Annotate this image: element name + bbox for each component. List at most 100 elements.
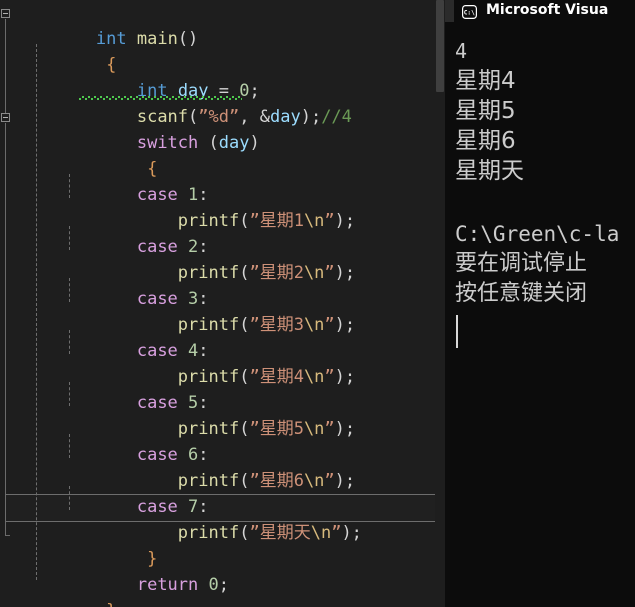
token-string: ”星期2 bbox=[249, 263, 304, 283]
code-line[interactable]: return 0; bbox=[14, 546, 229, 595]
code-editor-pane[interactable]: int main() { int day = 0; scanf(”%d”, &d… bbox=[0, 0, 445, 607]
token-punct: ) bbox=[249, 133, 260, 153]
token-punct: ( bbox=[239, 523, 250, 543]
token-punct: ); bbox=[334, 315, 356, 335]
token-escape: \n bbox=[310, 523, 332, 543]
indent-guide bbox=[69, 434, 70, 458]
token-punct: ); bbox=[334, 263, 356, 283]
token-punct: ); bbox=[334, 471, 356, 491]
console-line: 星期5 bbox=[455, 98, 516, 124]
token-identifier: day bbox=[218, 133, 250, 153]
console-title-bar[interactable]: C:\ Microsoft Visua bbox=[445, 0, 635, 22]
token-punct: ( bbox=[239, 211, 250, 231]
code-line[interactable]: printf(”星期3\n”); bbox=[14, 286, 355, 335]
editor-fold-gutter[interactable] bbox=[0, 0, 14, 607]
token-punct: ( bbox=[239, 419, 250, 439]
code-line[interactable]: case 4: bbox=[14, 312, 209, 361]
code-line[interactable]: { bbox=[14, 26, 116, 75]
code-line-current[interactable]: printf(”星期天\n”); bbox=[14, 494, 362, 543]
code-line[interactable]: case 2: bbox=[14, 208, 209, 257]
code-line[interactable]: switch (day) bbox=[14, 104, 260, 153]
token-punct: ); bbox=[341, 523, 362, 543]
code-line[interactable]: int day = 0; bbox=[14, 52, 260, 101]
token-string: ” bbox=[324, 315, 335, 335]
code-line[interactable]: printf(”星期1\n”); bbox=[14, 182, 355, 231]
fold-guide-line bbox=[5, 19, 6, 113]
code-line[interactable]: printf(”星期2\n”); bbox=[14, 234, 355, 283]
indent-guide bbox=[69, 278, 70, 302]
console-window-icon: C:\ bbox=[462, 4, 478, 20]
token-number: 0 bbox=[208, 575, 219, 595]
token-function: main bbox=[136, 29, 178, 49]
code-line[interactable]: case 6: bbox=[14, 416, 209, 465]
window-tab-strip[interactable] bbox=[445, 0, 454, 22]
console-line: C:\Green\c-la bbox=[455, 222, 620, 246]
code-line[interactable]: case 3: bbox=[14, 260, 209, 309]
console-output-area[interactable]: 4 星期4 星期5 星期6 星期天 C:\Green\c-la 要在调试停止 按… bbox=[445, 22, 635, 607]
code-line[interactable]: int main() bbox=[14, 0, 198, 49]
screenshot-root: int main() { int day = 0; scanf(”%d”, &d… bbox=[0, 0, 635, 607]
token-punct: ); bbox=[334, 419, 356, 439]
code-line[interactable]: printf(”星期5\n”); bbox=[14, 390, 355, 439]
token-function: printf bbox=[177, 523, 240, 543]
token-string: ”星期6 bbox=[249, 471, 304, 491]
indent-guide bbox=[36, 44, 37, 580]
token-string: ” bbox=[324, 471, 335, 491]
token-escape: \n bbox=[303, 315, 325, 335]
token-escape: \n bbox=[303, 263, 325, 283]
error-squiggle-underline bbox=[78, 96, 242, 100]
token-string: ”星期4 bbox=[249, 367, 304, 387]
token-punct: ( bbox=[239, 471, 250, 491]
csdn-watermark: CSDN @Green。 。 bbox=[486, 602, 610, 607]
code-line[interactable]: printf(”星期6\n”); bbox=[14, 442, 355, 491]
scrollbar-thumb[interactable] bbox=[436, 0, 444, 92]
console-line: 要在调试停止 bbox=[455, 251, 588, 276]
token-punct: ( bbox=[239, 367, 250, 387]
console-window[interactable]: C:\ Microsoft Visua 4 星期4 星期5 星期6 星期天 C:… bbox=[445, 0, 635, 607]
code-line[interactable]: case 1: bbox=[14, 156, 209, 205]
token-punct: () bbox=[177, 29, 199, 49]
token-string: ” bbox=[324, 211, 335, 231]
token-escape: \n bbox=[303, 471, 325, 491]
token-string: ”星期1 bbox=[249, 211, 304, 231]
code-line[interactable]: } bbox=[14, 572, 116, 607]
fold-guide-line bbox=[5, 123, 6, 535]
console-text-caret bbox=[456, 315, 458, 348]
fold-toggle-icon[interactable] bbox=[1, 113, 10, 122]
token-string: ” bbox=[324, 367, 335, 387]
token-comment: //4 bbox=[321, 107, 352, 127]
console-line: 星期天 bbox=[455, 158, 524, 184]
token-brace: } bbox=[96, 601, 116, 607]
code-line[interactable]: case 5: bbox=[14, 364, 209, 413]
token-escape: \n bbox=[303, 419, 325, 439]
code-line[interactable]: scanf(”%d”, &day);//4 bbox=[14, 78, 352, 127]
token-escape: \n bbox=[303, 367, 325, 387]
token-identifier: day bbox=[269, 107, 301, 127]
token-keyword: return bbox=[136, 575, 199, 595]
token-string: ”星期5 bbox=[249, 419, 304, 439]
indent-guide bbox=[69, 226, 70, 250]
editor-vertical-scrollbar[interactable] bbox=[435, 0, 445, 607]
token-punct: ( bbox=[239, 315, 250, 335]
token-string: ” bbox=[331, 523, 342, 543]
indent-guide bbox=[69, 382, 70, 406]
token-string: ”星期3 bbox=[249, 315, 304, 335]
indent-guide bbox=[69, 486, 70, 510]
code-line[interactable]: case 7: bbox=[14, 468, 209, 517]
token-punct: ); bbox=[300, 107, 322, 127]
console-line: 按任意键关闭 bbox=[455, 281, 588, 306]
token-escape: \n bbox=[303, 211, 325, 231]
token-punct: ); bbox=[334, 367, 356, 387]
svg-text:C:\: C:\ bbox=[464, 9, 475, 16]
fold-toggle-icon[interactable] bbox=[1, 9, 10, 18]
token-string: ”星期天 bbox=[249, 523, 311, 543]
indent-guide bbox=[69, 330, 70, 354]
token-punct: ( bbox=[198, 133, 219, 153]
code-line[interactable]: printf(”星期4\n”); bbox=[14, 338, 355, 387]
fold-guide-line bbox=[5, 535, 10, 536]
console-title-text: Microsoft Visua bbox=[486, 2, 609, 18]
indent-guide bbox=[69, 174, 70, 198]
console-line: 4 bbox=[455, 39, 468, 63]
